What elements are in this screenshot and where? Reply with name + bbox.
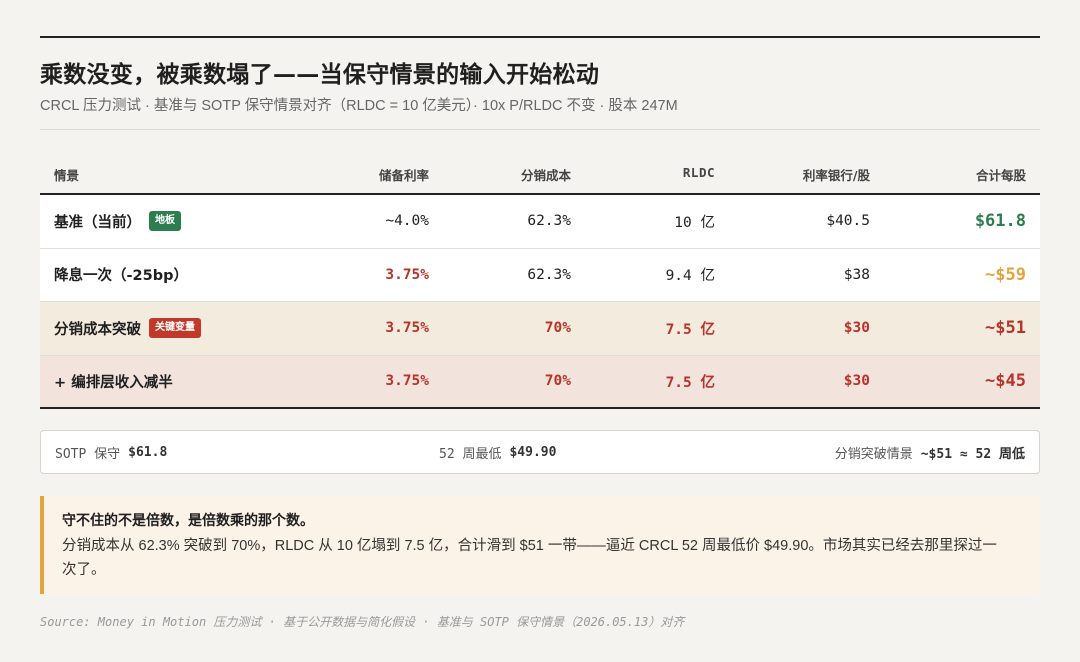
scenario-cell: 基准（当前） 地板 <box>54 195 181 248</box>
distribution-cost-cell: 62.3% <box>527 213 571 230</box>
rldc-cell: 7.5 亿 <box>665 374 715 391</box>
summary-breakout-value: ~$51 ≈ 52 周低 <box>920 446 1025 462</box>
reserve-rate-cell: 3.75% <box>385 320 429 337</box>
summary-sotp-value: $61.8 <box>128 444 168 460</box>
reserve-rate-cell: 3.75% <box>385 266 429 283</box>
summary-52wk-value: $49.90 <box>509 444 557 460</box>
total-cell: ~$51 <box>985 318 1026 339</box>
scenario-label: 分销成本突破 <box>54 321 141 338</box>
rate-bank-cell: $30 <box>843 320 870 337</box>
stress-test-table: 情景 储备利率 分销成本 RLDC 利率银行/股 合计每股 基准（当前） 地板 … <box>40 150 1040 409</box>
table-row: 分销成本突破 关键变量 3.75% 70% 7.5 亿 $30 ~$51 <box>40 302 1040 356</box>
table-row: 基准（当前） 地板 ~4.0% 62.3% 10 亿 $40.5 $61.8 <box>40 195 1040 249</box>
scenario-label: 基准（当前） <box>54 214 141 231</box>
table-header: 情景 储备利率 分销成本 RLDC 利率银行/股 合计每股 <box>40 150 1040 195</box>
top-rule <box>40 36 1040 38</box>
note-body: 分销成本从 62.3% 突破到 70%，RLDC 从 10 亿塌到 7.5 亿，… <box>62 538 997 578</box>
summary-sotp: SOTP 保守 $61.8 <box>55 431 167 473</box>
source-footnote: Source: Money in Motion 压力测试 · 基于公开数据与简化… <box>40 615 685 629</box>
summary-52wk-label: 52 周最低 <box>439 446 502 462</box>
scenario-cell: + 编排层收入减半 <box>54 356 173 408</box>
summary-bar: SOTP 保守 $61.8 52 周最低 $49.90 分销突破情景 ~$51 … <box>40 430 1040 474</box>
total-cell: $61.8 <box>974 211 1026 232</box>
summary-sotp-label: SOTP 保守 <box>55 446 121 462</box>
summary-breakout-scenario: 分销突破情景 ~$51 ≈ 52 周低 <box>835 431 1025 473</box>
total-cell: ~$59 <box>985 264 1026 285</box>
scenario-cell: 分销成本突破 关键变量 <box>54 302 201 355</box>
summary-52wk-low: 52 周最低 $49.90 <box>439 431 556 473</box>
floor-badge: 地板 <box>149 211 181 232</box>
distribution-cost-cell: 62.3% <box>527 266 571 283</box>
key-variable-badge: 关键变量 <box>149 318 201 339</box>
header-scenario: 情景 <box>54 168 80 183</box>
page-subtitle: CRCL 压力测试 · 基准与 SOTP 保守情景对齐（RLDC = 10 亿美… <box>40 98 678 114</box>
divider <box>40 129 1040 130</box>
rate-bank-cell: $40.5 <box>826 213 870 230</box>
rate-bank-cell: $38 <box>843 266 870 283</box>
header-reserve-rate: 储备利率 <box>378 168 429 183</box>
scenario-label: + 编排层收入减半 <box>54 374 173 391</box>
distribution-cost-cell: 70% <box>544 320 571 337</box>
scenario-label: 降息一次（-25bp） <box>54 268 188 285</box>
summary-breakout-label: 分销突破情景 <box>834 446 913 462</box>
header-rldc: RLDC <box>682 165 715 180</box>
page-title: 乘数没变，被乘数塌了——当保守情景的输入开始松动 <box>40 62 600 88</box>
table-row: 降息一次（-25bp） 3.75% 62.3% 9.4 亿 $38 ~$59 <box>40 248 1040 302</box>
table-row: + 编排层收入减半 3.75% 70% 7.5 亿 $30 ~$45 <box>40 355 1040 409</box>
header-rate-bank-per-share: 利率银行/股 <box>802 168 870 183</box>
total-cell: ~$45 <box>985 371 1026 392</box>
rldc-cell: 10 亿 <box>674 214 715 231</box>
rate-bank-cell: $30 <box>843 373 870 390</box>
callout-note: 守不住的不是倍数，是倍数乘的那个数。 分销成本从 62.3% 突破到 70%，R… <box>40 496 1040 594</box>
note-title: 守不住的不是倍数，是倍数乘的那个数。 <box>62 513 314 529</box>
header-distribution-cost: 分销成本 <box>520 168 571 183</box>
rldc-cell: 9.4 亿 <box>665 268 715 285</box>
scenario-cell: 降息一次（-25bp） <box>54 249 188 302</box>
rldc-cell: 7.5 亿 <box>665 321 715 338</box>
distribution-cost-cell: 70% <box>544 373 571 390</box>
reserve-rate-cell: 3.75% <box>385 373 429 390</box>
reserve-rate-cell: ~4.0% <box>385 213 429 230</box>
header-total-per-share: 合计每股 <box>975 168 1026 183</box>
